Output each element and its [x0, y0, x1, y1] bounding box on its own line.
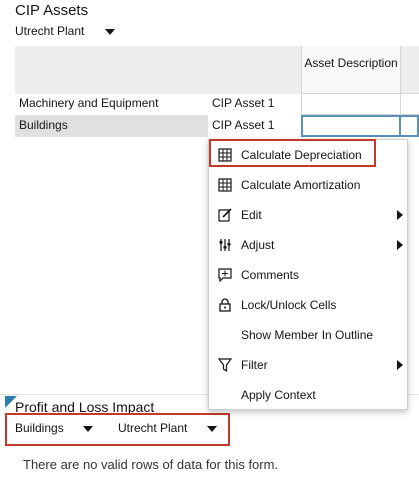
chevron-right-icon — [397, 240, 403, 250]
table-row: Buildings CIP Asset 1 — [15, 115, 419, 137]
column-header-asset-description[interactable]: Asset Description — [301, 46, 401, 94]
menu-item-label: Filter — [241, 358, 268, 372]
chevron-right-icon — [397, 210, 403, 220]
empty-state-message: There are no valid rows of data for this… — [23, 457, 279, 472]
row-member[interactable]: Buildings — [15, 115, 208, 137]
menu-item-label: Apply Context — [241, 388, 316, 402]
menu-item-label: Show Member In Outline — [241, 328, 374, 342]
adjust-icon — [219, 239, 231, 251]
menu-item-calculate-amortization[interactable]: Calculate Amortization — [209, 170, 407, 200]
menu-item-adjust[interactable]: Adjust — [209, 230, 407, 260]
selected-data-cell[interactable] — [301, 115, 401, 137]
menu-item-label: Adjust — [241, 238, 275, 252]
data-cell[interactable] — [401, 93, 419, 115]
chevron-down-icon — [105, 29, 115, 35]
context-menu: Calculate Depreciation Calculate Amortiz… — [208, 139, 408, 410]
menu-item-show-member-in-outline[interactable]: Show Member In Outline — [209, 320, 407, 350]
row-asset[interactable]: CIP Asset 1 — [208, 93, 301, 115]
menu-item-edit[interactable]: Edit — [209, 200, 407, 230]
filter-icon — [218, 358, 232, 372]
menu-item-label: Calculate Amortization — [241, 178, 361, 192]
comment-icon — [218, 268, 232, 282]
data-cell[interactable] — [301, 93, 401, 115]
row-member[interactable]: Machinery and Equipment — [15, 93, 208, 115]
pov-plant-label: Utrecht Plant — [15, 24, 85, 38]
edit-icon — [218, 208, 232, 222]
panel-title: CIP Assets — [15, 2, 89, 19]
menu-item-label: Edit — [241, 208, 262, 222]
selected-data-cell-overflow[interactable] — [401, 115, 419, 137]
table-row: Machinery and Equipment CIP Asset 1 — [15, 93, 419, 115]
menu-item-lock-unlock[interactable]: Lock/Unlock Cells — [209, 290, 407, 320]
menu-item-label: Lock/Unlock Cells — [241, 298, 337, 312]
pov-highlight-box — [5, 413, 230, 446]
pov-plant-dropdown[interactable]: Utrecht Plant — [15, 24, 115, 38]
lock-icon — [219, 298, 231, 312]
menu-item-label: Comments — [241, 268, 300, 282]
row-asset[interactable]: CIP Asset 1 — [208, 115, 301, 137]
menu-highlight-box — [209, 139, 376, 167]
chevron-right-icon — [397, 360, 403, 370]
menu-item-comments[interactable]: Comments — [209, 260, 407, 290]
column-header-next — [401, 46, 419, 94]
menu-item-filter[interactable]: Filter — [209, 350, 407, 380]
menu-item-apply-context[interactable]: Apply Context — [209, 380, 407, 410]
grid-icon — [218, 178, 232, 192]
